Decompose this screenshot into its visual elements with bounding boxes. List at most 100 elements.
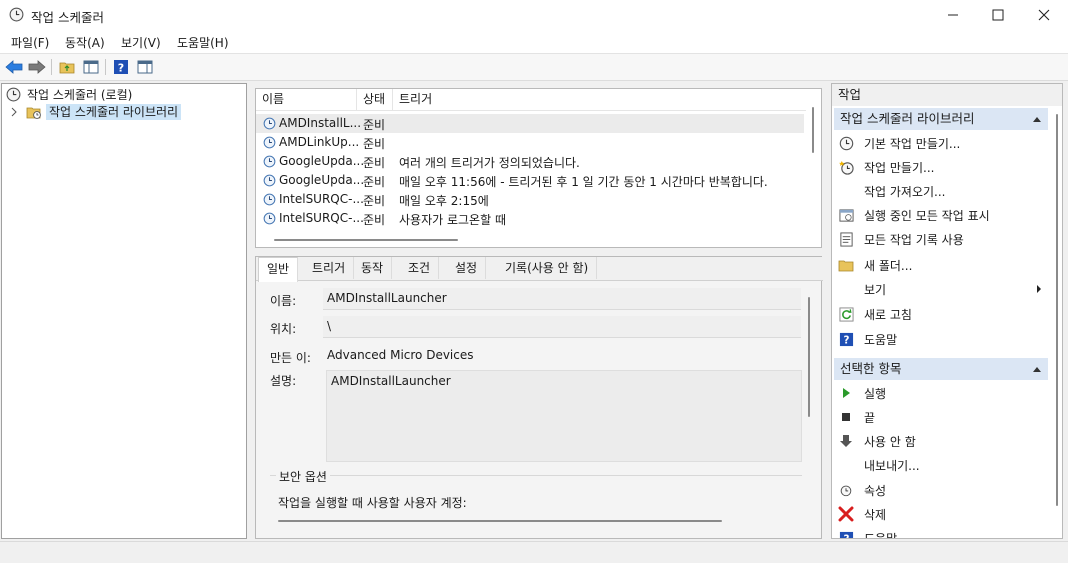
menu-view[interactable]: 보기(V) <box>121 34 161 51</box>
task-status: 준비 <box>363 156 386 170</box>
help-icon: ? <box>839 531 853 538</box>
action-label: 작업 만들기... <box>864 160 935 175</box>
console-tree-pane: 작업 스케줄러 (로컬) 작업 스케줄러 라이브러리 <box>1 83 247 539</box>
back-button[interactable] <box>4 57 24 77</box>
table-row[interactable]: IntelSURQC-... 준비 매일 오후 2:15에 <box>256 190 804 209</box>
action-new-folder[interactable]: 새 폴더... <box>832 253 1046 277</box>
action-pane-toggle-button[interactable] <box>135 57 155 77</box>
tab-settings[interactable]: 설정 <box>447 257 487 279</box>
task-clock-icon <box>263 193 276 206</box>
column-header-name[interactable]: 이름 <box>256 89 357 110</box>
security-account-label: 작업을 실행할 때 사용할 사용자 계정: <box>278 496 467 510</box>
actions-pane: 작업 작업 스케줄러 라이브러리 기본 작업 만들기... 작업 만들기... … <box>831 83 1063 539</box>
maximize-button[interactable] <box>975 0 1021 30</box>
tree-root[interactable]: 작업 스케줄러 (로컬) <box>6 85 132 103</box>
table-row[interactable]: GoogleUpda... 준비 매일 오후 11:56에 - 트리거된 후 1… <box>256 171 804 190</box>
action-label: 끝 <box>864 410 876 425</box>
action-label: 도움말 <box>864 332 898 347</box>
name-field[interactable]: AMDInstallLauncher <box>323 288 801 310</box>
action-label: 작업 가져오기... <box>864 184 946 199</box>
details-vertical-scrollbar[interactable] <box>808 297 810 417</box>
delete-icon <box>838 506 854 522</box>
details-horizontal-scrollbar[interactable] <box>278 520 722 522</box>
svg-text:?: ? <box>843 533 849 538</box>
tree-item-library[interactable]: 작업 스케줄러 라이브러리 <box>10 103 182 121</box>
action-show-running-tasks[interactable]: 실행 중인 모든 작업 표시 <box>832 203 1046 227</box>
action-create-task[interactable]: 작업 만들기... <box>832 155 1046 179</box>
action-export[interactable]: 내보내기... <box>832 453 1046 477</box>
show-hide-tree-button[interactable] <box>81 57 101 77</box>
actions-pane-title: 작업 <box>832 84 1062 106</box>
library-folder-icon <box>26 107 41 119</box>
run-icon <box>843 388 850 398</box>
help-icon: ? <box>114 60 128 75</box>
table-row[interactable]: IntelSURQC-... 준비 사용자가 로그온할 때 <box>256 209 804 228</box>
history-icon <box>839 231 853 247</box>
action-help-selected[interactable]: ? 도움말 <box>832 526 1046 538</box>
tab-general[interactable]: 일반 <box>258 257 299 282</box>
action-label: 삭제 <box>864 507 887 522</box>
task-status: 준비 <box>363 175 386 189</box>
action-delete[interactable]: 삭제 <box>832 502 1046 526</box>
table-row[interactable]: AMDLinkUp... 준비 <box>256 133 804 152</box>
collapse-up-icon[interactable] <box>1032 365 1042 373</box>
action-label: 내보내기... <box>864 458 920 473</box>
disable-icon <box>840 435 852 447</box>
action-label: 실행 중인 모든 작업 표시 <box>864 208 990 223</box>
action-label: 새 폴더... <box>864 258 913 273</box>
description-field[interactable]: AMDInstallLauncher <box>326 370 802 462</box>
task-clock-icon <box>263 117 276 130</box>
action-view[interactable]: 보기 <box>832 277 1046 301</box>
task-list-horizontal-scrollbar[interactable] <box>274 239 458 241</box>
forward-button[interactable] <box>27 57 47 77</box>
up-folder-button[interactable] <box>57 57 77 77</box>
table-row[interactable]: GoogleUpda... 준비 여러 개의 트리거가 정의되었습니다. <box>256 152 804 171</box>
help-button[interactable]: ? <box>111 57 131 77</box>
section-selected-item-header[interactable]: 선택한 항목 <box>834 358 1048 380</box>
tab-actions[interactable]: 동작 <box>353 257 393 279</box>
action-create-basic-task[interactable]: 기본 작업 만들기... <box>832 131 1046 155</box>
menu-file[interactable]: 파일(F) <box>11 34 49 51</box>
action-run[interactable]: 실행 <box>832 381 1046 405</box>
tab-history[interactable]: 기록(사용 안 함) <box>497 257 598 279</box>
action-help[interactable]: ? 도움말 <box>832 327 1046 351</box>
minimize-button[interactable] <box>930 0 976 30</box>
action-disable[interactable]: 사용 안 함 <box>832 429 1046 453</box>
location-field[interactable]: \ <box>323 316 801 338</box>
action-import-task[interactable]: 작업 가져오기... <box>832 179 1046 203</box>
clock-icon <box>9 7 24 22</box>
table-row[interactable]: AMDInstallL... 준비 <box>256 114 804 133</box>
stop-icon <box>842 413 850 421</box>
actions-vertical-scrollbar[interactable] <box>1056 114 1058 506</box>
column-header-trigger[interactable]: 트리거 <box>393 89 806 110</box>
section-library-header[interactable]: 작업 스케줄러 라이브러리 <box>834 108 1048 130</box>
column-header-status[interactable]: 상태 <box>357 89 393 110</box>
task-status: 준비 <box>363 194 386 208</box>
status-bar <box>0 541 1068 563</box>
toolbar: ? <box>0 54 1068 81</box>
action-label: 사용 안 함 <box>864 434 916 449</box>
close-button[interactable] <box>1021 0 1067 30</box>
action-properties[interactable]: 속성 <box>832 478 1046 502</box>
menu-help[interactable]: 도움말(H) <box>177 34 229 51</box>
task-name: AMDInstallL... <box>279 116 362 130</box>
tab-triggers[interactable]: 트리거 <box>304 257 355 279</box>
action-refresh[interactable]: 새로 고침 <box>832 302 1046 326</box>
action-label: 기본 작업 만들기... <box>864 136 961 151</box>
help-icon: ? <box>839 332 853 346</box>
section-selected-item-title: 선택한 항목 <box>840 361 902 376</box>
menu-action[interactable]: 동작(A) <box>65 34 105 51</box>
collapse-up-icon[interactable] <box>1032 115 1042 123</box>
tree-root-label: 작업 스케줄러 (로컬) <box>27 87 133 102</box>
clock-icon <box>6 87 21 101</box>
task-list-vertical-scrollbar[interactable] <box>812 107 814 153</box>
author-field[interactable]: Advanced Micro Devices <box>323 345 801 367</box>
properties-icon <box>840 485 852 497</box>
action-end[interactable]: 끝 <box>832 405 1046 429</box>
action-pane-icon <box>137 60 153 74</box>
back-arrow-icon <box>5 60 23 74</box>
chevron-right-icon[interactable] <box>10 107 18 117</box>
task-status: 준비 <box>363 118 386 132</box>
action-enable-history[interactable]: 모든 작업 기록 사용 <box>832 227 1046 251</box>
tab-conditions[interactable]: 조건 <box>400 257 440 279</box>
